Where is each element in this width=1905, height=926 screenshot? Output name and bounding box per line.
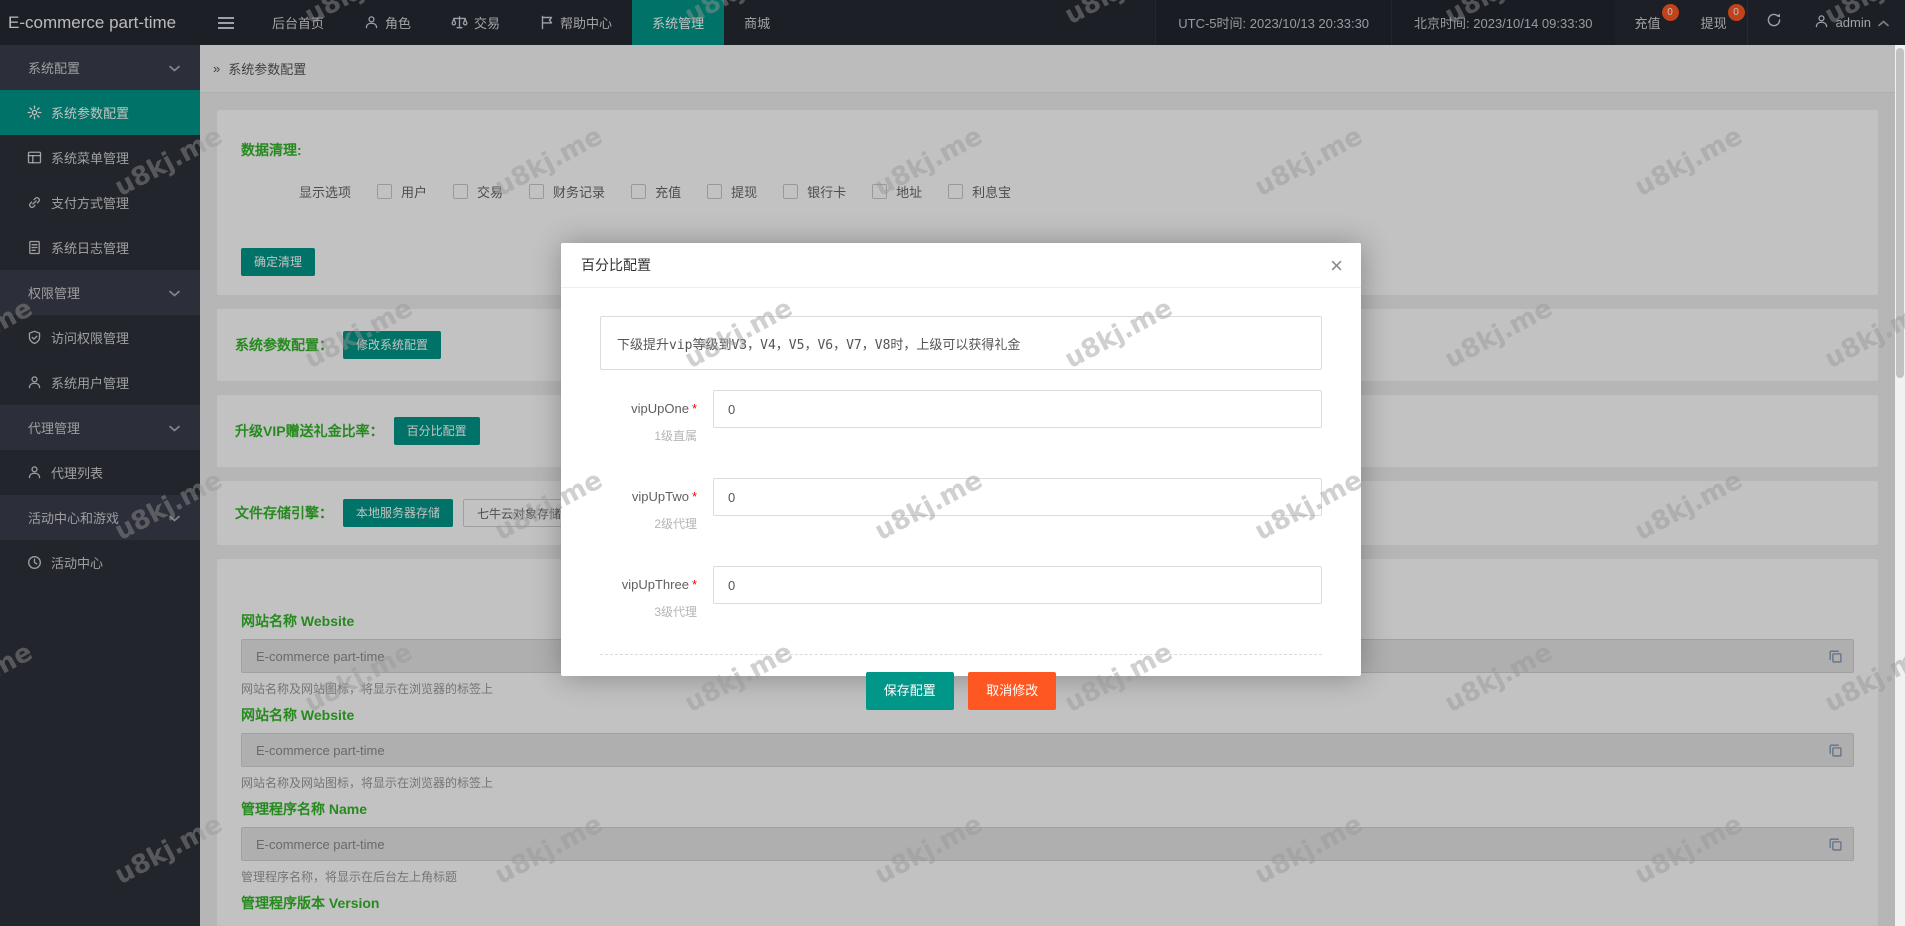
- screen: E-commerce part-time 后台首页 角色 交易 帮助中心 系统管…: [0, 0, 1905, 926]
- modal-footer: 保存配置 取消修改: [600, 655, 1322, 710]
- field-name: vipUpThree: [621, 577, 689, 592]
- vipUpTwo-input[interactable]: [713, 478, 1322, 516]
- field-row-vipUpTwo: vipUpTwo * 2级代理: [600, 478, 1322, 532]
- field-row-vipUpThree: vipUpThree * 3级代理: [600, 566, 1322, 620]
- percentage-config-modal: 百分比配置 × 下级提升vip等级到V3，V4，V5，V6，V7，V8时，上级可…: [561, 243, 1361, 710]
- field-name: vipUpTwo: [631, 489, 689, 504]
- vipUpOne-input[interactable]: [713, 390, 1322, 428]
- vertical-scrollbar[interactable]: [1895, 45, 1905, 926]
- field-row-vipUpOne: vipUpOne * 1级直属: [600, 390, 1322, 444]
- field-sublabel: 2级代理: [654, 517, 697, 531]
- required-asterisk: *: [691, 401, 697, 416]
- modal-header: 百分比配置: [561, 243, 1361, 288]
- field-name: vipUpOne: [631, 401, 689, 416]
- required-asterisk: *: [691, 577, 697, 592]
- cancel-modify-button[interactable]: 取消修改: [968, 672, 1057, 710]
- scrollbar-thumb[interactable]: [1896, 48, 1904, 378]
- required-asterisk: *: [691, 489, 697, 504]
- field-label-block: vipUpOne * 1级直属: [600, 390, 713, 444]
- field-label-block: vipUpThree * 3级代理: [600, 566, 713, 620]
- close-icon[interactable]: ×: [1326, 251, 1347, 281]
- field-sublabel: 3级代理: [654, 605, 697, 619]
- vipUpThree-input[interactable]: [713, 566, 1322, 604]
- field-sublabel: 1级直属: [654, 429, 697, 443]
- save-config-button[interactable]: 保存配置: [865, 672, 954, 710]
- modal-description: 下级提升vip等级到V3，V4，V5，V6，V7，V8时，上级可以获得礼金: [600, 316, 1322, 370]
- field-label-block: vipUpTwo * 2级代理: [600, 478, 713, 532]
- modal-body: 下级提升vip等级到V3，V4，V5，V6，V7，V8时，上级可以获得礼金 vi…: [561, 288, 1361, 710]
- modal-title: 百分比配置: [581, 257, 651, 273]
